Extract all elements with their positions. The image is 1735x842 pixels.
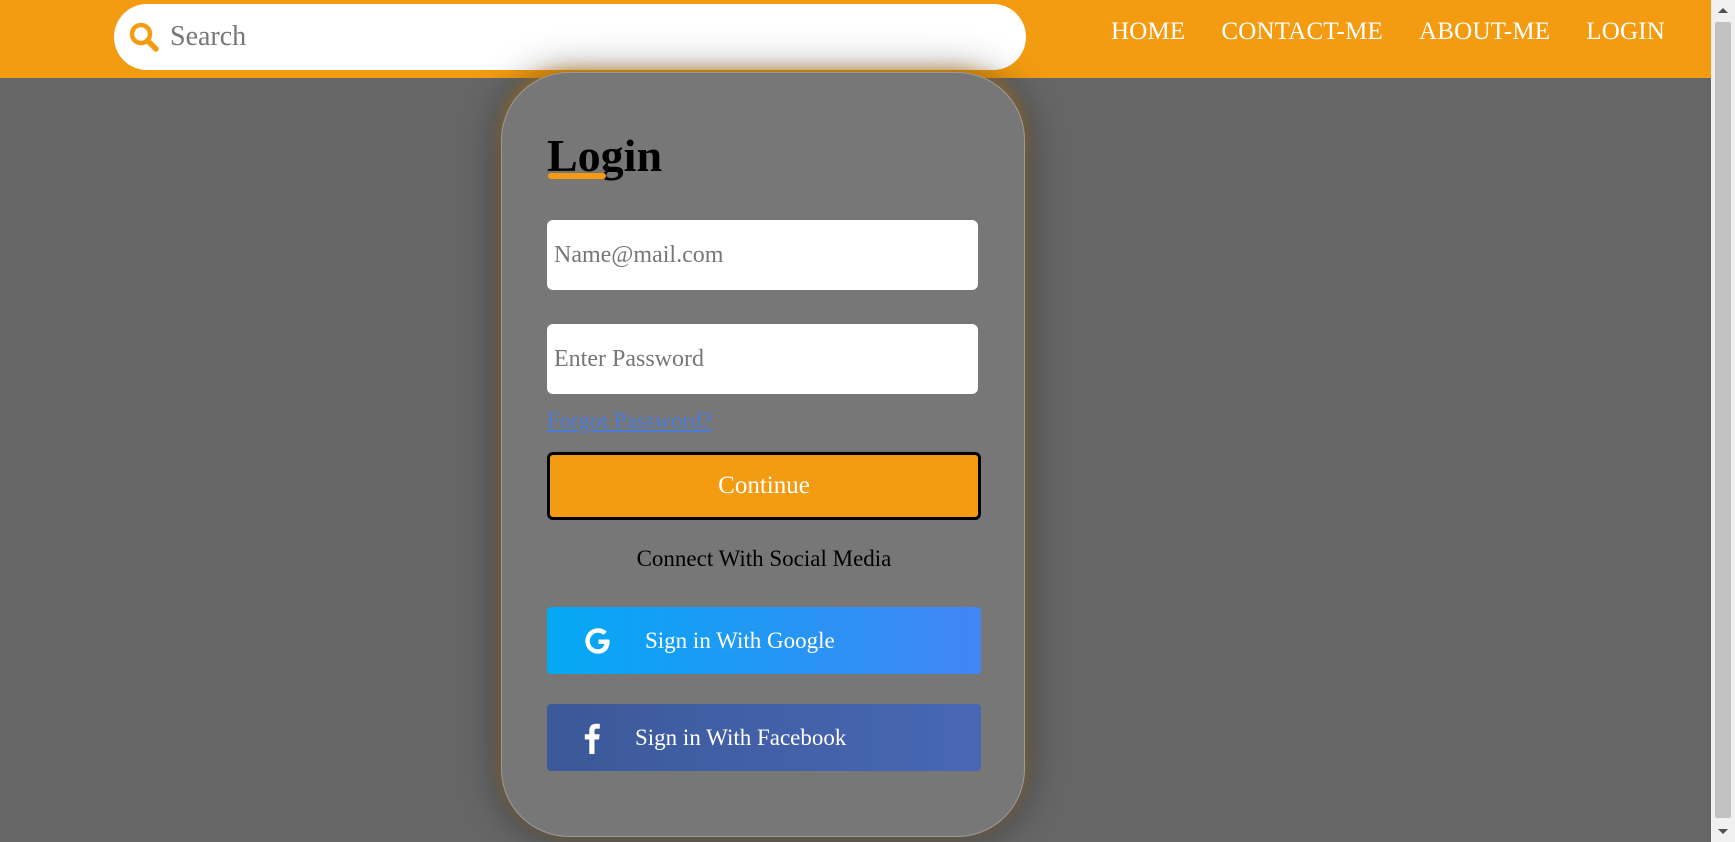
google-icon — [581, 624, 615, 658]
vertical-scrollbar[interactable] — [1711, 0, 1735, 842]
scroll-down-arrow-icon[interactable] — [1711, 822, 1735, 842]
password-field[interactable] — [547, 324, 978, 394]
facebook-signin-button[interactable]: Sign in With Facebook — [547, 704, 981, 771]
title-underline — [548, 173, 606, 179]
email-field[interactable] — [547, 220, 978, 290]
social-media-heading: Connect With Social Media — [636, 546, 892, 571]
nav-login-link[interactable]: LOGIN — [1586, 18, 1665, 46]
nav-contact-link[interactable]: CONTACT-ME — [1221, 18, 1383, 46]
search-icon[interactable] — [128, 21, 160, 53]
google-signin-button[interactable]: Sign in With Google — [547, 607, 981, 674]
facebook-signin-label: Sign in With Facebook — [635, 724, 847, 750]
facebook-icon — [575, 721, 609, 755]
login-card: Login Forgot Password? Continue Connect … — [501, 72, 1025, 837]
scroll-up-arrow-icon[interactable] — [1711, 0, 1735, 20]
page: HOME CONTACT-ME ABOUT-ME LOGIN Login For… — [0, 0, 1735, 842]
google-signin-label: Sign in With Google — [645, 627, 835, 653]
search-bar[interactable] — [114, 4, 1026, 70]
main-nav: HOME CONTACT-ME ABOUT-ME LOGIN — [1111, 18, 1665, 46]
nav-home-link[interactable]: HOME — [1111, 18, 1185, 46]
forgot-password-link[interactable]: Forgot Password? — [547, 408, 712, 434]
top-navbar: HOME CONTACT-ME ABOUT-ME LOGIN — [0, 0, 1711, 78]
scrollbar-thumb[interactable] — [1715, 22, 1731, 818]
nav-about-link[interactable]: ABOUT-ME — [1419, 18, 1550, 46]
continue-button[interactable]: Continue — [547, 452, 981, 520]
search-input[interactable] — [168, 20, 992, 54]
